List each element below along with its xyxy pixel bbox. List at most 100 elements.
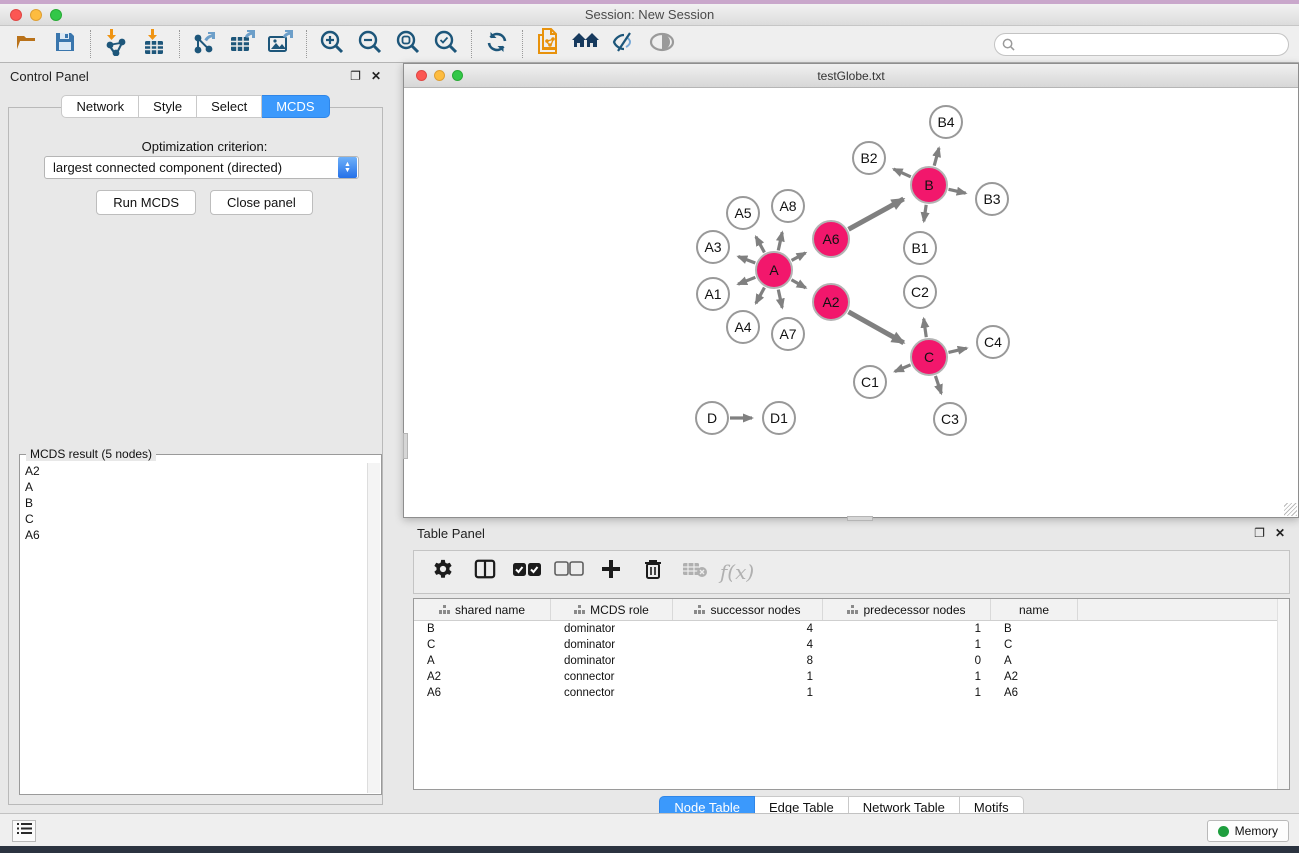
graph-node[interactable]: B3 [975, 182, 1009, 216]
graph-node[interactable]: A8 [771, 189, 805, 223]
result-scrollbar[interactable] [367, 463, 380, 793]
zoom-out-button[interactable] [351, 28, 389, 60]
task-history-button[interactable] [12, 820, 36, 842]
tab-mcds[interactable]: MCDS [262, 95, 329, 118]
graph-edge[interactable] [895, 365, 911, 372]
graph-node[interactable]: B4 [929, 105, 963, 139]
table-cell[interactable]: connector [551, 687, 673, 699]
graph-node[interactable]: A6 [812, 220, 850, 258]
gear-button[interactable] [426, 555, 460, 589]
split-columns-button[interactable] [468, 555, 502, 589]
table-cell[interactable]: 0 [823, 655, 991, 667]
graph-node[interactable]: D [695, 401, 729, 435]
graph-edge[interactable] [778, 232, 782, 250]
graph-node[interactable]: A1 [696, 277, 730, 311]
export-image-button[interactable] [262, 28, 300, 60]
table-cell[interactable]: B [414, 623, 551, 635]
table-cell[interactable]: B [991, 623, 1078, 635]
home-button[interactable] [567, 28, 605, 60]
graph-node[interactable]: D1 [762, 401, 796, 435]
export-table-button[interactable] [224, 28, 262, 60]
table-row[interactable]: Adominator80A [414, 653, 1289, 669]
column-header-successor-nodes[interactable]: successor nodes [673, 599, 823, 620]
save-session-button[interactable] [46, 28, 84, 60]
network-canvas[interactable]: B4B2BB3A8A5A6A3B1AC2A1A2A4A7C4CC1DD1C3 [405, 89, 1297, 516]
table-row[interactable]: Bdominator41B [414, 621, 1289, 637]
graph-edge[interactable] [849, 199, 904, 229]
tab-style[interactable]: Style [139, 95, 197, 118]
table-cell[interactable]: A6 [991, 687, 1078, 699]
table-cell[interactable]: A2 [991, 671, 1078, 683]
table-cell[interactable]: connector [551, 671, 673, 683]
tab-network[interactable]: Network [61, 95, 139, 118]
graph-edge[interactable] [792, 253, 806, 261]
graph-edge[interactable] [934, 148, 939, 166]
table-cell[interactable]: C [991, 639, 1078, 651]
deselect-all-button[interactable] [552, 555, 586, 589]
float-table-panel-icon[interactable]: ❐ [1254, 527, 1265, 539]
graph-node[interactable]: C1 [853, 365, 887, 399]
criterion-select[interactable]: largest connected component (directed) ▲… [44, 156, 359, 179]
close-panel-button[interactable]: Close panel [210, 190, 313, 215]
graph-edge[interactable] [778, 290, 782, 308]
graph-node[interactable]: A5 [726, 196, 760, 230]
graph-node[interactable]: C4 [976, 325, 1010, 359]
graph-node[interactable]: A7 [771, 317, 805, 351]
graph-edge[interactable] [894, 169, 911, 177]
table-cell[interactable]: 1 [673, 687, 823, 699]
column-header-shared-name[interactable]: shared name [414, 599, 551, 620]
toggle-visibility-button[interactable] [605, 28, 643, 60]
tab-select[interactable]: Select [197, 95, 262, 118]
table-cell[interactable]: 4 [673, 623, 823, 635]
table-cell[interactable]: 1 [673, 671, 823, 683]
table-cell[interactable]: 4 [673, 639, 823, 651]
graph-node[interactable]: A [755, 251, 793, 289]
graph-edge[interactable] [949, 189, 966, 193]
table-cell[interactable]: 1 [823, 671, 991, 683]
table-cell[interactable]: A [414, 655, 551, 667]
float-panel-icon[interactable]: ❐ [350, 70, 361, 82]
graph-edge[interactable] [738, 277, 755, 284]
column-header-name[interactable]: name [991, 599, 1078, 620]
resize-grip[interactable] [1284, 503, 1297, 516]
table-row[interactable]: A6connector11A6 [414, 685, 1289, 701]
export-network-button[interactable] [186, 28, 224, 60]
table-row[interactable]: A2connector11A2 [414, 669, 1289, 685]
run-mcds-button[interactable]: Run MCDS [96, 190, 196, 215]
import-network-button[interactable] [97, 28, 135, 60]
table-cell[interactable]: 1 [823, 623, 991, 635]
search-input[interactable] [1015, 35, 1288, 54]
graph-node[interactable]: B2 [852, 141, 886, 175]
close-table-panel-icon[interactable]: ✕ [1275, 527, 1285, 539]
graph-node[interactable]: B [910, 166, 948, 204]
table-scrollbar[interactable] [1277, 599, 1289, 789]
graph-edge[interactable] [924, 319, 927, 337]
open-session-button[interactable] [8, 28, 46, 60]
table-row[interactable]: Cdominator41C [414, 637, 1289, 653]
graph-edge[interactable] [756, 288, 765, 304]
table-cell[interactable]: A6 [414, 687, 551, 699]
graph-node[interactable]: A3 [696, 230, 730, 264]
graph-node[interactable]: C2 [903, 275, 937, 309]
search-field[interactable] [994, 33, 1289, 56]
mcds-result-item[interactable]: A2 [21, 463, 366, 479]
table-cell[interactable]: 1 [823, 639, 991, 651]
zoom-selected-button[interactable] [427, 28, 465, 60]
graph-node[interactable]: C3 [933, 402, 967, 436]
graph-edge[interactable] [948, 348, 966, 352]
table-cell[interactable]: A2 [414, 671, 551, 683]
close-panel-icon[interactable]: ✕ [371, 70, 381, 82]
mcds-result-item[interactable]: C [21, 511, 366, 527]
column-header-predecessor-nodes[interactable]: predecessor nodes [823, 599, 991, 620]
mcds-result-item[interactable]: B [21, 495, 366, 511]
mcds-result-item[interactable]: A [21, 479, 366, 495]
graph-edge[interactable] [738, 257, 755, 263]
import-table-button[interactable] [135, 28, 173, 60]
mcds-result-item[interactable]: A6 [21, 527, 366, 543]
table-cell[interactable]: dominator [551, 623, 673, 635]
graph-node[interactable]: B1 [903, 231, 937, 265]
table-cell[interactable]: A [991, 655, 1078, 667]
splitter-handle-left[interactable] [403, 433, 408, 459]
graph-node[interactable]: A4 [726, 310, 760, 344]
table-cell[interactable]: dominator [551, 655, 673, 667]
